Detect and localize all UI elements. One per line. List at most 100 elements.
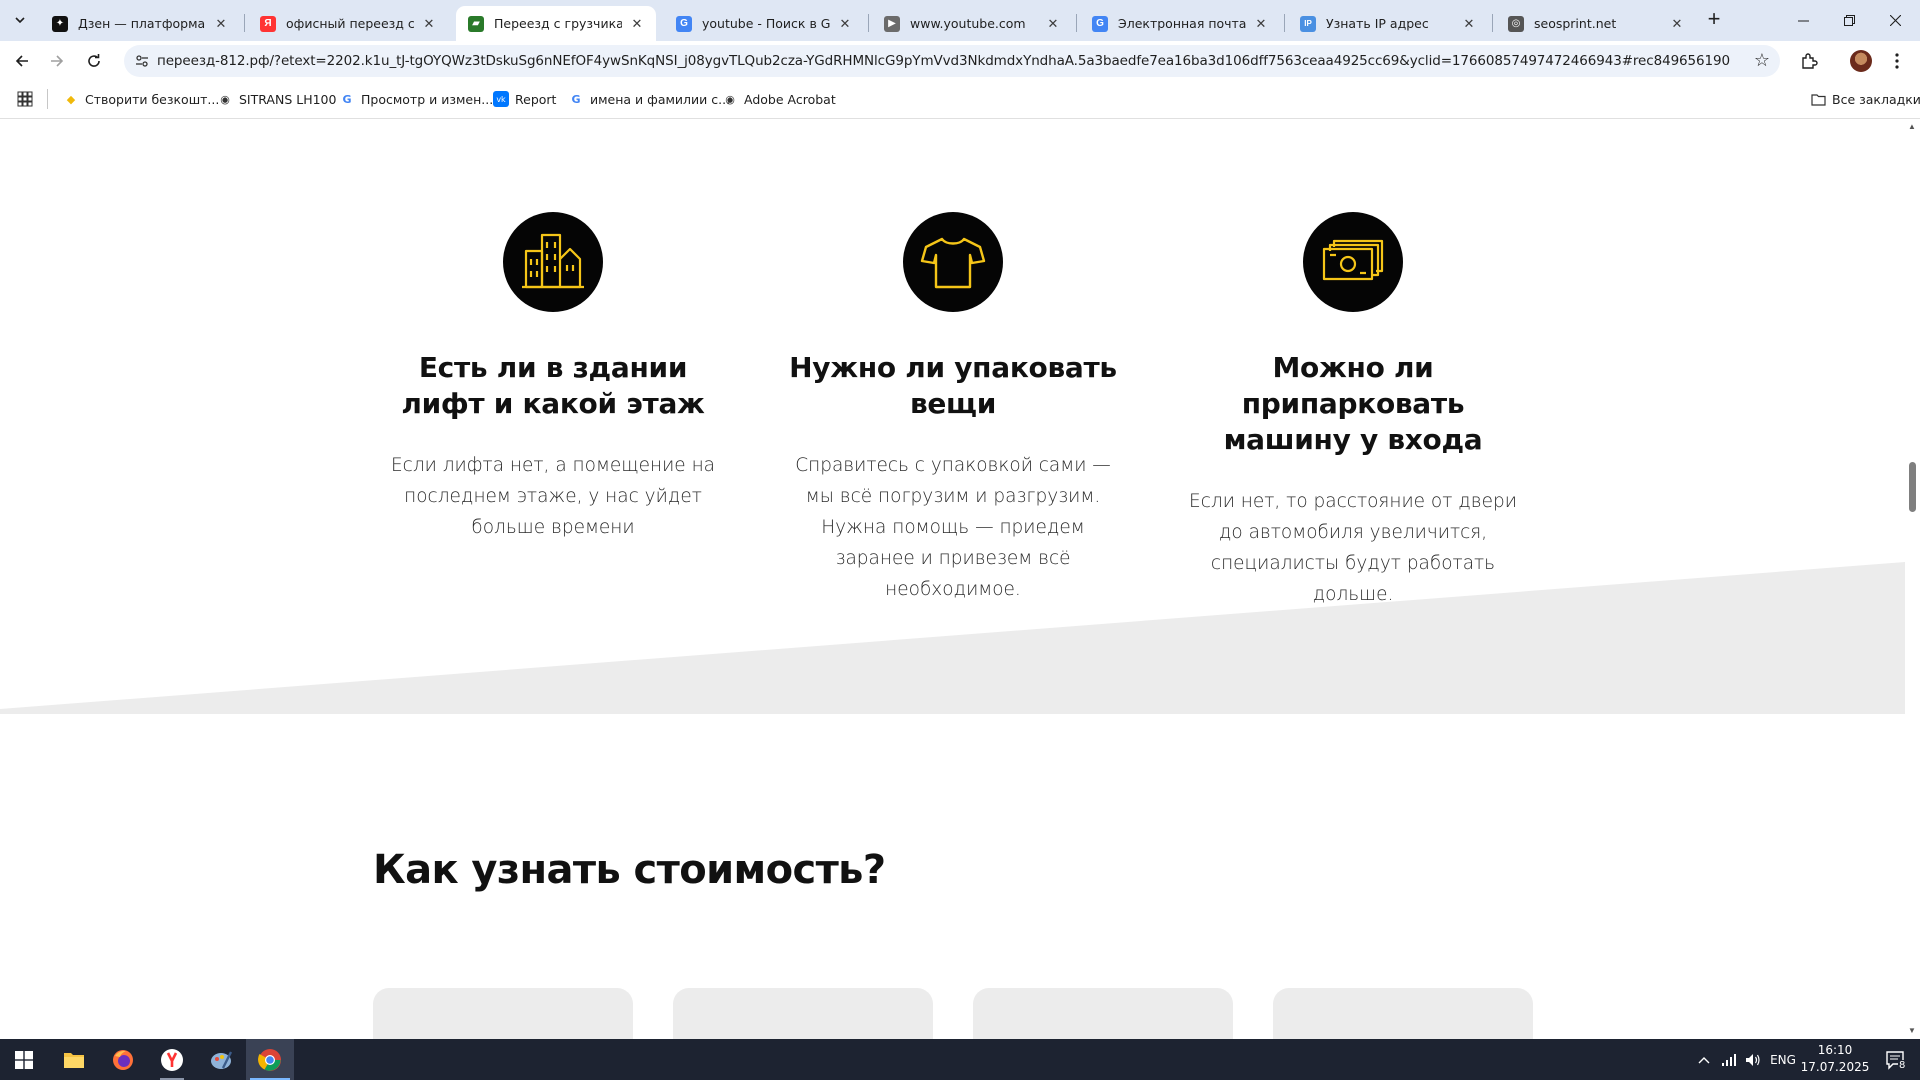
restore-icon bbox=[1843, 15, 1855, 26]
apps-button[interactable] bbox=[17, 91, 33, 107]
bookmark-item[interactable]: Gимена и фамилии с... bbox=[568, 91, 730, 107]
tray-overflow-button[interactable] bbox=[1692, 1039, 1716, 1080]
speaker-icon bbox=[1746, 1053, 1760, 1066]
globe-icon: ◉ bbox=[220, 92, 230, 106]
all-bookmarks-label: Все закладки bbox=[1832, 91, 1920, 107]
tab-title: офисный переезд спб — Я bbox=[286, 16, 414, 31]
reload-button[interactable] bbox=[80, 47, 108, 75]
tab-close-icon[interactable]: ✕ bbox=[628, 15, 646, 33]
bookmarks-bar: ◆ Створити безкошт... ◉ SITRANS LH100 G Просм… bbox=[0, 81, 1920, 119]
banknotes-icon bbox=[1303, 212, 1403, 312]
bookmark-item[interactable]: ◆ Створити безкошт... bbox=[63, 91, 220, 107]
chevron-up-icon bbox=[1698, 1056, 1710, 1063]
taskbar-chrome[interactable] bbox=[246, 1039, 294, 1080]
browser-tab[interactable]: G Электронная почта Gmail ✕ bbox=[1080, 6, 1280, 41]
tab-title: youtube - Поиск в Google bbox=[702, 16, 830, 31]
feature-text: Если лифта нет, а помещение на последнем… bbox=[390, 455, 715, 538]
avatar bbox=[1850, 50, 1872, 72]
paint-icon bbox=[211, 1050, 233, 1069]
new-tab-button[interactable]: + bbox=[1702, 8, 1726, 32]
forward-button[interactable] bbox=[43, 47, 71, 75]
close-window-button[interactable] bbox=[1872, 0, 1918, 41]
site-info-icon[interactable] bbox=[132, 51, 152, 71]
tab-close-icon[interactable]: ✕ bbox=[1460, 15, 1478, 33]
bookmark-label: имена и фамилии с... bbox=[590, 91, 731, 107]
bookmark-item[interactable]: G Просмотр и измен... bbox=[339, 91, 493, 107]
bookmark-item[interactable]: vk Report bbox=[493, 91, 556, 107]
tab-title: Переезд с грузчиками по bbox=[494, 16, 622, 31]
tab-separator bbox=[1492, 14, 1493, 32]
tab-strip: ✦Дзен — платформа для пу✕Яофисный переез… bbox=[0, 0, 1920, 41]
all-bookmarks-button[interactable]: Все закладки bbox=[1810, 91, 1920, 107]
firefox-icon bbox=[113, 1049, 133, 1070]
arrow-right-icon bbox=[51, 55, 64, 67]
feature-text: Если нет, то расстояние от двери до авто… bbox=[1189, 491, 1517, 605]
browser-tab[interactable]: ▶ www.youtube.com ✕ bbox=[872, 6, 1072, 41]
chevron-down-icon bbox=[15, 17, 25, 24]
taskbar-file-explorer[interactable] bbox=[50, 1039, 98, 1080]
scroll-up-arrow-icon[interactable]: ▲ bbox=[1908, 122, 1916, 131]
tab-separator bbox=[1284, 14, 1285, 32]
start-button[interactable] bbox=[0, 1039, 48, 1080]
browser-tab[interactable]: ✦ Дзен — платформа для пу ✕ bbox=[40, 6, 240, 41]
scroll-down-arrow-icon[interactable]: ▼ bbox=[1908, 1026, 1916, 1035]
tab-close-icon[interactable]: ✕ bbox=[212, 15, 230, 33]
bookmark-item[interactable]: ◉ SITRANS LH100 bbox=[217, 91, 336, 107]
input-language-indicator[interactable]: ENG bbox=[1766, 1039, 1800, 1080]
volume-button[interactable] bbox=[1742, 1039, 1764, 1080]
apps-grid-icon bbox=[17, 91, 33, 107]
bookmark-label: Adobe Acrobat bbox=[744, 91, 836, 107]
binance-icon: ◆ bbox=[66, 92, 76, 106]
vk-icon: vk bbox=[493, 91, 509, 107]
bookmark-label: Report bbox=[515, 91, 557, 107]
back-button[interactable] bbox=[8, 47, 36, 75]
restore-button[interactable] bbox=[1826, 0, 1872, 41]
section-title: Как узнать стоимость? bbox=[373, 847, 886, 893]
taskbar-firefox[interactable] bbox=[99, 1039, 147, 1080]
address-url[interactable]: переезд-812.рф/?etext=2202.k1u_tJ-tgOYQW… bbox=[157, 53, 1730, 69]
network-button[interactable] bbox=[1718, 1039, 1740, 1080]
tab-search-button[interactable] bbox=[8, 8, 32, 32]
tshirt-icon bbox=[903, 212, 1003, 312]
profile-button[interactable] bbox=[1849, 49, 1873, 73]
feature-title: Есть ли в здании лифт и какой этаж bbox=[401, 351, 705, 420]
chrome-menu-button[interactable] bbox=[1885, 49, 1909, 73]
cost-step-card bbox=[673, 988, 933, 1039]
extensions-button[interactable] bbox=[1797, 49, 1821, 73]
taskbar-app-paint[interactable] bbox=[197, 1039, 245, 1080]
chrome-icon bbox=[258, 1048, 281, 1071]
tab-separator bbox=[244, 14, 245, 32]
scroll-thumb[interactable] bbox=[1909, 462, 1916, 512]
arrow-left-icon bbox=[15, 55, 28, 67]
feature-title: Можно ли припарковать машину у входа bbox=[1223, 351, 1483, 456]
minimize-button[interactable] bbox=[1780, 0, 1826, 41]
tab-close-icon[interactable]: ✕ bbox=[1252, 15, 1270, 33]
bookmark-item[interactable]: ◉ Adobe Acrobat bbox=[722, 91, 836, 107]
tab-title: seosprint.net bbox=[1534, 16, 1617, 31]
page-scrollbar[interactable]: ▲ ▼ bbox=[1905, 120, 1920, 1039]
browser-tab[interactable]: IP Узнать IP адрес ✕ bbox=[1288, 6, 1488, 41]
tab-close-icon[interactable]: ✕ bbox=[1668, 15, 1686, 33]
browser-tab[interactable]: Gyoutube - Поиск в Google ✕ bbox=[664, 6, 864, 41]
tab-close-icon[interactable]: ✕ bbox=[420, 15, 438, 33]
taskbar-yandex-browser[interactable] bbox=[148, 1039, 196, 1080]
buildings-icon bbox=[503, 212, 603, 312]
bookmarks-divider bbox=[47, 89, 48, 109]
browser-tab[interactable]: ◎ seosprint.net ✕ bbox=[1496, 6, 1696, 41]
yandex-browser-icon bbox=[161, 1048, 183, 1071]
tab-close-icon[interactable]: ✕ bbox=[1044, 15, 1062, 33]
browser-tab[interactable]: ▰ Переезд с грузчиками по ✕ bbox=[456, 6, 656, 41]
tab-title: www.youtube.com bbox=[910, 16, 1026, 31]
bookmark-label: Просмотр и измен... bbox=[361, 91, 494, 107]
tab-close-icon[interactable]: ✕ bbox=[836, 15, 854, 33]
browser-tab[interactable]: Яофисный переезд спб — Я ✕ bbox=[248, 6, 448, 41]
address-bar[interactable]: переезд-812.рф/?etext=2202.k1u_tJ-tgOYQW… bbox=[124, 45, 1780, 77]
taskbar-clock[interactable]: 16:10 17.07.2025 bbox=[1800, 1042, 1870, 1076]
feature-packing: Нужно ли упаковать вещи Справитесь с упа… bbox=[788, 212, 1118, 605]
bookmark-star-icon[interactable]: ☆ bbox=[1754, 50, 1770, 71]
google-icon: G bbox=[342, 92, 352, 106]
notifications-button[interactable]: 8 bbox=[1876, 1039, 1916, 1080]
bookmark-label: SITRANS LH100 bbox=[239, 91, 337, 107]
notification-count-badge: 8 bbox=[1898, 1060, 1907, 1071]
yandex-icon: Я bbox=[260, 15, 276, 32]
